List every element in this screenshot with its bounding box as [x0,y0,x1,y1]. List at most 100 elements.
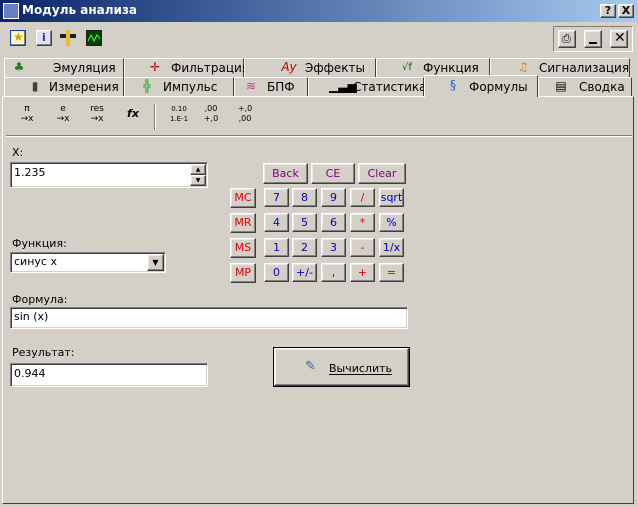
formula-input[interactable]: sin (x) [10,307,408,329]
calculate-button[interactable]: ✎ Вычислить [273,347,410,387]
calculator-icon: ✎ [305,359,316,374]
close-panel-button[interactable]: ✕ [610,30,628,48]
tab-filtering[interactable]: ✛ Фильтрация [124,58,249,77]
star-icon[interactable]: ★ [10,30,26,46]
tab-label: Импульс [163,80,218,94]
formulas-panel [2,96,634,504]
statistics-icon: ▁▃▅ [329,79,357,93]
key-multiply[interactable]: * [350,213,375,232]
key-5[interactable]: 5 [292,213,317,232]
window-controls-group: ⎙ ✕ [553,26,633,52]
app-icon [3,3,19,19]
alarm-icon: ♫ [517,60,529,74]
key-negate[interactable]: +/- [292,263,317,282]
chevron-down-icon[interactable]: ▼ [147,254,164,271]
key-6[interactable]: 6 [321,213,346,232]
key-divide[interactable]: / [350,188,375,207]
tab-emulation[interactable]: ♣ Эмуляция [4,58,124,77]
formula-toolbar: π →x e →x res →x fx 0.10 1.E-1 ,00 +,0 +,0,00 [6,100,632,136]
result-label: Результат: [12,346,75,359]
memory-store-button[interactable]: MS [230,238,256,258]
tab-effects[interactable]: Ay Эффекты [244,58,376,77]
e-to-x-button[interactable]: e →x [50,104,76,130]
tab-label: Сводка [579,80,625,94]
x-spin-up-button[interactable]: ▲ [190,164,206,175]
function-icon: √f [402,62,412,73]
oscilloscope-icon[interactable] [86,30,102,46]
calculate-label: Вычислить [329,362,392,375]
tab-label: Статистика [353,80,427,94]
key-equals[interactable]: = [379,263,404,282]
emulation-icon: ♣ [13,60,25,74]
minimize-button[interactable] [584,30,602,48]
key-minus[interactable]: - [350,238,375,257]
key-decimal[interactable]: , [321,263,346,282]
tab-pulse[interactable]: ╬ Импульс [124,77,234,96]
memory-plus-button[interactable]: MP [230,263,256,283]
key-percent[interactable]: % [379,213,404,232]
fft-icon: ≋ [245,79,257,93]
tab-label: Эффекты [305,61,365,75]
function-button[interactable]: fx [120,104,146,130]
main-toolbar: ★ i ⎙ ✕ [2,24,636,54]
tab-formulas[interactable]: § Формулы [424,75,538,97]
tab-label: Фильтрация [171,61,250,75]
close-button[interactable]: X [618,4,634,18]
key-8[interactable]: 8 [292,188,317,207]
key-4[interactable]: 4 [264,213,289,232]
tab-statistics[interactable]: ▁▃▅ Статистика [308,77,427,96]
remove-decimal-button[interactable]: +,0,00 [232,104,258,130]
button-bottom-text: →x [56,114,70,124]
calculate-button-face: ✎ Вычислить [274,348,409,386]
x-input[interactable]: 1.235 [10,162,208,188]
title-bar[interactable]: Модуль анализа ? X [0,0,638,22]
res-to-x-button[interactable]: res →x [84,104,110,130]
ce-button[interactable]: CE [311,163,355,184]
key-plus[interactable]: + [350,263,375,282]
result-output: 0.944 [10,363,208,387]
effects-icon: Ay [281,60,297,74]
tab-label: Функция [423,61,479,75]
add-decimal-button[interactable]: ,00 +,0 [198,104,224,130]
filter-icon: ✛ [149,60,161,74]
button-bottom-text: +,0 [203,114,219,123]
x-spin-down-button[interactable]: ▼ [190,175,206,186]
tab-measurements[interactable]: ▮ Измерения [4,77,124,96]
memory-clear-button[interactable]: MC [230,188,256,208]
button-top-text: 0.10 [171,105,187,113]
key-3[interactable]: 3 [321,238,346,257]
key-7[interactable]: 7 [264,188,289,207]
key-1[interactable]: 1 [264,238,289,257]
button-bottom-text: →x [90,114,104,124]
key-sqrt[interactable]: sqrt [379,188,404,207]
summary-icon: ▤ [555,79,567,93]
info-icon[interactable]: i [36,30,52,46]
button-bottom-text: 1.E-1 [169,115,189,123]
button-top-text: π [24,104,30,114]
tab-label: Формулы [469,80,528,94]
button-top-text: +,0 [237,104,253,113]
function-label: Функция: [12,237,67,250]
key-9[interactable]: 9 [321,188,346,207]
tab-label: Сигнализация [539,61,630,75]
clear-button[interactable]: Clear [358,163,406,184]
memory-recall-button[interactable]: MR [230,213,256,233]
key-reciprocal[interactable]: 1/x [379,238,404,257]
key-0[interactable]: 0 [264,263,289,282]
window-title: Модуль анализа [22,3,138,17]
back-button[interactable]: Back [263,163,308,184]
exponential-format-button[interactable]: 0.10 1.E-1 [166,104,192,130]
function-select[interactable]: синус x [10,252,166,273]
button-top-text: ,00 [204,104,218,113]
button-top-text: res [90,104,104,114]
formula-label: Формула: [12,293,68,306]
tab-fft[interactable]: ≋ БПФ [234,77,308,96]
pi-to-x-button[interactable]: π →x [14,104,40,130]
help-button[interactable]: ? [600,4,616,18]
toolbar-separator [154,104,156,130]
tab-summary[interactable]: ▤ Сводка [538,77,632,96]
ruler-icon[interactable] [60,30,76,46]
key-2[interactable]: 2 [292,238,317,257]
print-icon[interactable]: ⎙ [558,30,576,48]
button-bottom-text: →x [20,114,34,124]
